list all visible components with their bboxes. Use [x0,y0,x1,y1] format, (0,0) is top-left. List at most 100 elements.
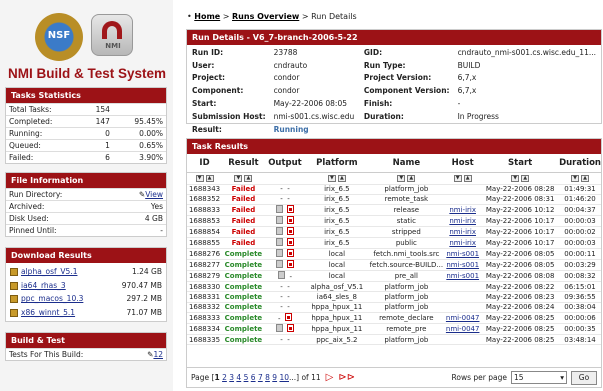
column-header[interactable]: ID [187,154,223,173]
task-host[interactable]: nmi-s001 [444,248,482,261]
page-link[interactable]: 7 [258,373,263,382]
run-key: Component Version: [363,86,450,96]
tests-label: Tests For This Build: [6,348,132,360]
run-value: cndrauto_nmi-s001.cs.wisc.edu_11... [457,47,596,57]
task-platform: hppa_hpux_11 [305,323,369,335]
go-button[interactable]: Go [571,370,597,385]
error-pdf-icon[interactable] [287,249,295,258]
task-result: Complete [222,334,265,346]
task-start: May-22-2006 10:17 [481,226,560,239]
page-link[interactable]: 6 [251,373,256,382]
column-header[interactable]: Output [264,154,306,173]
output-doc-icon[interactable] [275,205,283,214]
run-value: 23788 [273,47,298,57]
task-host[interactable]: nmi-s001 [444,259,482,272]
error-pdf-icon[interactable] [287,227,295,236]
page-link[interactable]: 9 [272,373,277,382]
run-key: User: [192,60,215,70]
stat-row: Running: 0 0.00% [6,127,166,140]
column-header[interactable]: Name [368,154,445,173]
sort-asc-icon[interactable]: ▲ [463,174,472,182]
sort-asc-icon[interactable]: ▲ [337,174,346,182]
download-size: 297.2 MB [126,294,162,304]
task-id: 1688855 [187,237,223,250]
error-pdf-icon[interactable] [287,323,295,332]
column-header[interactable]: Duration [559,154,601,173]
column-header[interactable]: Result [222,154,265,173]
column-header[interactable]: Platform [305,154,369,173]
error-pdf-icon[interactable] [284,312,292,321]
output-doc-icon[interactable] [275,216,283,225]
run-key: Finish: [363,99,393,109]
task-platform: irix_6.5 [305,226,369,239]
run-directory-view-link[interactable]: View [145,190,163,199]
output-doc-icon[interactable] [277,271,285,280]
output-doc-icon[interactable] [275,323,283,332]
sort-desc-icon[interactable]: ▼ [234,174,243,182]
page-link[interactable]: 5 [244,373,249,382]
next-page-icon[interactable]: ▷ [326,372,334,383]
task-row: 1688352 Failed - - irix_6.5 remote_task May-2… [187,194,601,206]
site-title: NMI Build & Test System [7,66,167,81]
last-page-icon[interactable]: ⊳⊳ [338,372,355,383]
output-doc-icon[interactable] [275,238,283,247]
sort-desc-icon[interactable]: ▼ [453,174,462,182]
download-link[interactable]: ia64_rhas_3 [21,281,66,290]
task-result: Failed [222,194,265,206]
sort-desc-icon[interactable]: ▼ [511,174,520,182]
sort-controls-row: ▼ ▲ ▼ ▲ ▼ ▲ ▼ ▲ ▼ ▲ ▼ ▲ ▼ ▲ [187,172,601,185]
page-link[interactable]: 2 [222,373,227,382]
task-host[interactable]: nmi-s001 [444,270,482,283]
error-pdf-icon[interactable] [287,260,295,269]
page-link[interactable]: 10 [279,373,289,382]
task-start: May-22-2006 08:25 [481,312,560,324]
download-link[interactable]: x86_winnt_5.1 [21,308,75,317]
sort-asc-icon[interactable]: ▲ [407,174,416,182]
error-pdf-icon[interactable] [287,216,295,225]
output-doc-icon[interactable] [275,260,283,269]
main-content: • Home > Runs Overview > Run Details Run… [181,0,603,391]
sort-desc-icon[interactable]: ▼ [327,174,336,182]
sort-desc-icon[interactable]: ▼ [397,174,406,182]
task-duration: 01:49:31 [559,184,601,195]
task-result: Complete [222,248,265,261]
file-info-row: Run Directory: ✎View [6,188,166,201]
sort-asc-icon[interactable]: ▲ [521,174,530,182]
task-host[interactable]: nmi-irix [444,237,482,250]
error-pdf-icon[interactable] [287,238,295,247]
task-name: release [368,204,445,217]
output-doc-icon[interactable] [275,249,283,258]
download-link[interactable]: alpha_osf_V5.1 [21,267,77,276]
task-host[interactable]: nmi-irix [444,204,482,217]
task-id: 1688279 [187,270,223,283]
task-row: 1688279 Complete - local pre_all nmi-s001 May… [187,270,601,283]
run-value: May-22-2006 08:05 [273,99,347,109]
rows-per-page-select[interactable]: 15 ▾ [511,371,567,384]
breadcrumb-home[interactable]: Home [194,12,220,21]
page-link[interactable]: 3 [229,373,234,382]
task-id: 1688331 [187,291,223,303]
sort-desc-icon[interactable]: ▼ [571,174,580,182]
breadcrumb-runs-overview[interactable]: Runs Overview [232,12,299,21]
task-name: static [368,215,445,228]
task-host[interactable]: nmi-irix [444,226,482,239]
column-header[interactable]: Start [481,154,560,173]
error-pdf-icon[interactable] [287,205,295,214]
sort-asc-icon[interactable]: ▲ [205,174,214,182]
tests-count-link[interactable]: 12 [153,350,163,359]
page-link[interactable]: 4 [236,373,241,382]
column-header[interactable]: Host [444,154,482,173]
tasks-statistics-box: Tasks Statistics Total Tasks: 154 Complete… [5,87,167,164]
sort-desc-icon[interactable]: ▼ [195,174,204,182]
page-link[interactable]: 8 [265,373,270,382]
task-host[interactable]: nmi-0047 [444,312,482,324]
task-host[interactable]: nmi-irix [444,215,482,228]
sort-asc-icon[interactable]: ▲ [581,174,590,182]
sort-asc-icon[interactable]: ▲ [244,174,253,182]
run-key: Duration: [363,111,404,121]
output-doc-icon[interactable] [275,227,283,236]
task-row: 1688277 Complete local fetch.source-BUILD.… [187,259,601,272]
download-link[interactable]: ppc_macos_10.3 [21,294,83,303]
task-name: pre_all [368,270,445,283]
task-host[interactable]: nmi-0047 [444,323,482,335]
